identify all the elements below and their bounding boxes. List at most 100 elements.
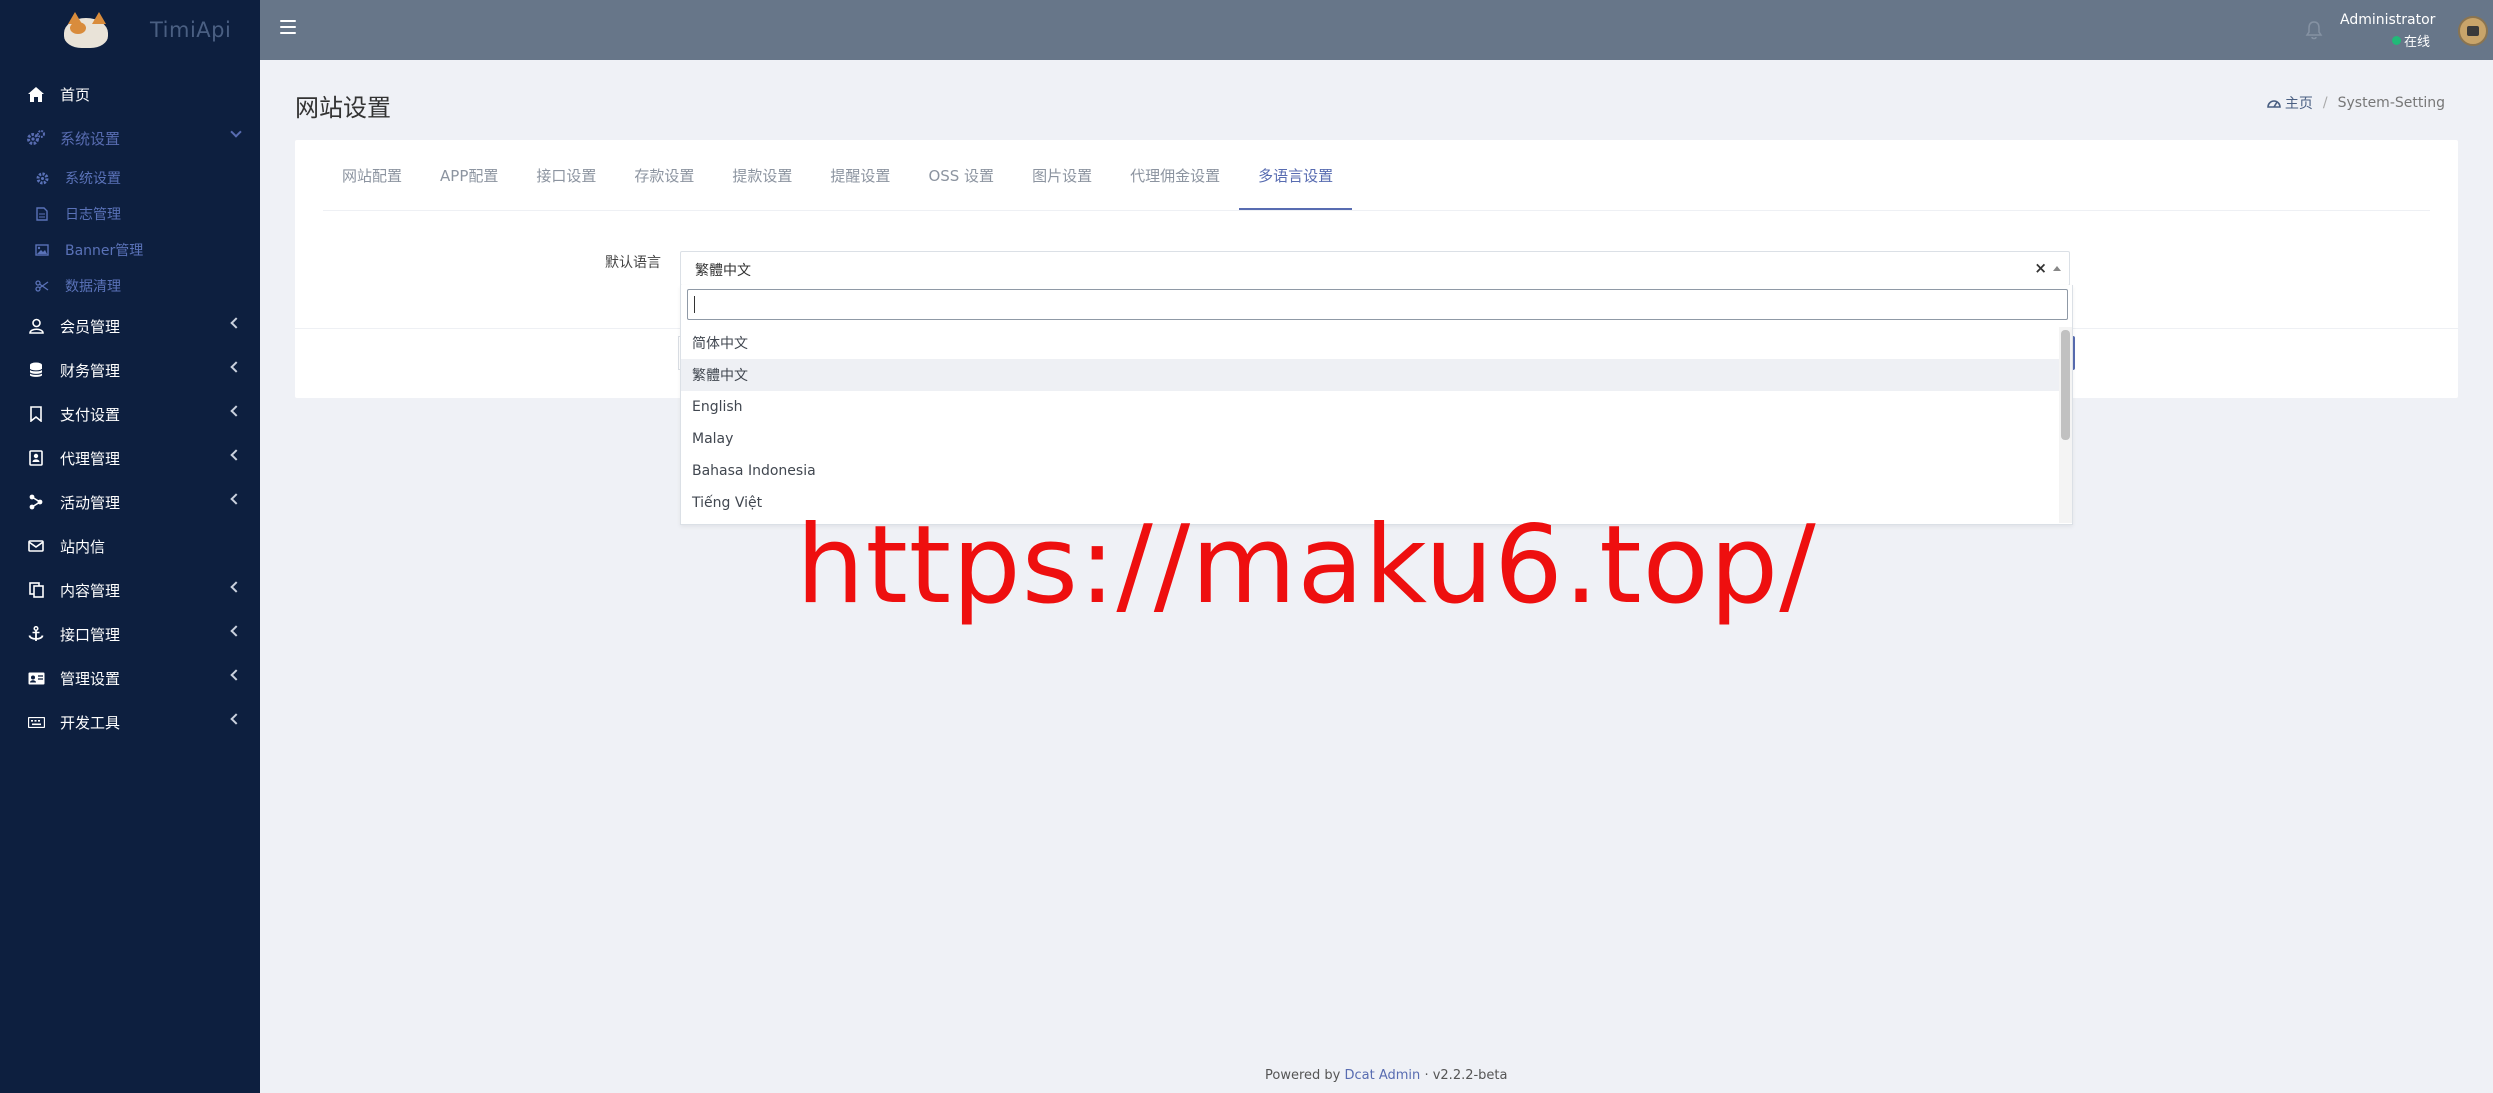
chevron-left-icon [230,361,242,373]
footer-dcat-link[interactable]: Dcat Admin [1345,1068,1421,1083]
sidebar-item-home[interactable]: 首页 [0,72,260,116]
tab-deposit-settings[interactable]: 存款设置 [615,140,713,210]
sidebar-item-label: 支付设置 [60,405,121,424]
breadcrumb-home[interactable]: 主页 [2267,93,2313,113]
keyboard-icon [27,713,45,731]
sidebar-subitem-label: Banner管理 [65,243,144,259]
language-options: 简体中文 繁體中文 English Malay Bahasa Indonesia… [681,327,2061,519]
sidebar-item-label: 内容管理 [60,581,121,600]
chevron-left-icon [230,669,242,681]
sidebar-item-label: 接口管理 [60,625,121,644]
user-status-text: 在线 [2404,35,2431,50]
language-option[interactable]: English [681,391,2061,423]
sidebar-item-label: 站内信 [60,537,106,556]
sidebar-item-label: 代理管理 [60,449,121,468]
language-search-input[interactable] [687,289,2068,320]
brand-title: TimiApi [150,18,232,42]
tab-multilanguage-settings[interactable]: 多语言设置 [1239,140,1353,210]
sidebar-item-system-settings[interactable]: 系统设置 [0,116,260,160]
breadcrumb-separator: / [2322,95,2328,111]
language-option[interactable]: Malay [681,423,2061,455]
sidebar: TimiApi 首页 系统设置 系统设置 日志管理 Banner管理 数据清理 … [0,0,260,1093]
database-icon [27,361,45,379]
language-option[interactable]: 繁體中文 [681,359,2061,391]
share-icon [27,493,45,511]
contact-icon [27,449,45,467]
sidebar-item-label: 财务管理 [60,361,121,380]
clear-selection-icon[interactable]: × [2034,259,2047,277]
user-status: 在线 [2392,31,2430,50]
chevron-down-icon [230,126,242,138]
chevron-left-icon [230,625,242,637]
gears-icon [27,129,45,147]
tabs-divider [323,210,2430,211]
sidebar-item-activity-management[interactable]: 活动管理 [0,480,260,524]
sidebar-item-finance-management[interactable]: 财务管理 [0,348,260,392]
scrollbar-thumb[interactable] [2061,330,2070,440]
file-icon [35,207,49,221]
sidebar-subitem-label: 数据清理 [65,279,121,295]
online-dot-icon [2392,36,2401,45]
tab-withdraw-settings[interactable]: 提款设置 [713,140,811,210]
default-language-select[interactable]: 繁體中文 × [680,251,2070,286]
sidebar-item-label: 系统设置 [60,129,121,148]
language-option[interactable]: Bahasa Indonesia [681,455,2061,487]
id-card-icon [27,669,45,687]
avatar[interactable] [2458,16,2488,46]
chevron-left-icon [230,581,242,593]
sidebar-item-admin-settings[interactable]: 管理设置 [0,656,260,700]
top-navbar: Administrator 在线 [260,0,2493,60]
bell-icon[interactable] [2305,20,2323,40]
anchor-icon [27,625,45,643]
watermark-text: https://maku6.top/ [796,503,1817,628]
sidebar-item-payment-settings[interactable]: 支付设置 [0,392,260,436]
copy-icon [27,581,45,599]
sidebar-item-label: 活动管理 [60,493,121,512]
footer: Powered by Dcat Admin · v2.2.2-beta [1265,1068,1508,1083]
brand[interactable]: TimiApi [0,0,260,60]
sidebar-subitem-banner-management[interactable]: Banner管理 [0,232,260,268]
sidebar-item-label: 开发工具 [60,713,121,732]
chevron-up-icon [2053,266,2061,271]
envelope-icon [27,537,45,555]
image-icon [35,243,49,257]
menu-toggle-icon[interactable] [280,20,296,34]
gear-icon [35,171,49,185]
tab-agent-commission-settings[interactable]: 代理佣金设置 [1111,140,1239,210]
user-icon [27,317,45,335]
breadcrumb-current: System-Setting [2337,95,2445,111]
chevron-left-icon [230,405,242,417]
breadcrumb: 主页 / System-Setting [2267,93,2445,113]
sidebar-item-member-management[interactable]: 会员管理 [0,304,260,348]
default-language-value: 繁體中文 [695,263,751,279]
sidebar-subitem-data-cleanup[interactable]: 数据清理 [0,268,260,304]
sidebar-item-content-management[interactable]: 内容管理 [0,568,260,612]
settings-tabs: 网站配置 APP配置 接口设置 存款设置 提款设置 提醒设置 OSS 设置 图片… [323,140,1353,210]
sidebar-item-api-management[interactable]: 接口管理 [0,612,260,656]
page-title: 网站设置 [295,94,391,122]
sidebar-item-agent-management[interactable]: 代理管理 [0,436,260,480]
sidebar-subitem-system-settings[interactable]: 系统设置 [0,160,260,196]
footer-version: v2.2.2-beta [1432,1068,1508,1083]
user-name[interactable]: Administrator [2340,12,2435,28]
tab-website-config[interactable]: 网站配置 [323,140,421,210]
sidebar-item-site-messages[interactable]: 站内信 [0,524,260,568]
sidebar-item-label: 会员管理 [60,317,121,336]
dropdown-scrollbar[interactable] [2059,327,2072,523]
tab-oss-settings[interactable]: OSS 设置 [909,140,1013,210]
tab-api-settings[interactable]: 接口设置 [517,140,615,210]
scissors-icon [35,279,49,293]
footer-separator: · [1424,1068,1429,1083]
sidebar-nav: 首页 系统设置 系统设置 日志管理 Banner管理 数据清理 会员管理 财务管… [0,60,260,744]
sidebar-item-dev-tools[interactable]: 开发工具 [0,700,260,744]
chevron-left-icon [230,713,242,725]
breadcrumb-home-label: 主页 [2284,96,2313,112]
tab-reminder-settings[interactable]: 提醒设置 [811,140,909,210]
cat-logo-icon [58,10,114,50]
tab-image-settings[interactable]: 图片设置 [1013,140,1111,210]
tab-app-config[interactable]: APP配置 [421,140,517,210]
text-cursor [694,296,695,313]
language-option[interactable]: 简体中文 [681,327,2061,359]
sidebar-item-label: 管理设置 [60,669,121,688]
sidebar-subitem-log-management[interactable]: 日志管理 [0,196,260,232]
